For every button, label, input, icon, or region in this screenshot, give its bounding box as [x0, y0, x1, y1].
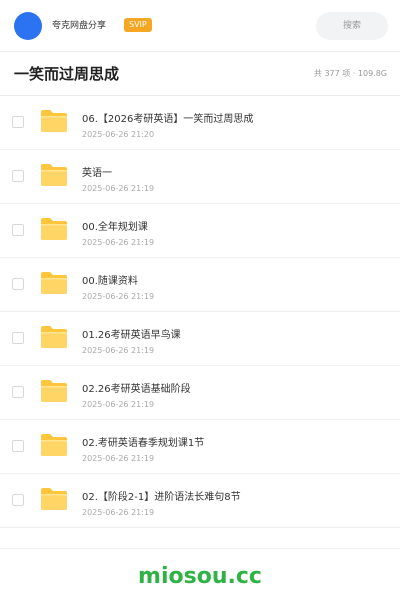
checkbox[interactable] [12, 440, 24, 452]
file-date: 2025-06-26 21:19 [82, 400, 155, 409]
file-name: 02.考研英语春季规划课1节 [82, 438, 205, 449]
checkbox[interactable] [12, 332, 24, 344]
checkbox[interactable] [12, 116, 24, 128]
folder-icon [41, 434, 67, 456]
list-item[interactable]: 02.【阶段2-1】进阶语法长难句8节 2025-06-26 21:19 [0, 474, 400, 528]
file-date: 2025-06-26 21:19 [82, 238, 155, 247]
title-bar: 一笑而过周思成 共 377 项 · 109.8G [0, 52, 400, 96]
header: 夸克网盘分享 SVIP 搜索 [0, 0, 400, 52]
checkbox[interactable] [12, 170, 24, 182]
file-name: 02.26考研英语基础阶段 [82, 384, 191, 395]
folder-icon [41, 272, 67, 294]
app-window: 夸克网盘分享 SVIP 搜索 一笑而过周思成 共 377 项 · 109.8G … [0, 0, 400, 600]
list-item[interactable]: 02.考研英语春季规划课1节 2025-06-26 21:19 [0, 420, 400, 474]
file-name: 01.26考研英语早鸟课 [82, 330, 181, 341]
file-date: 2025-06-26 21:19 [82, 508, 155, 517]
file-name: 02.【阶段2-1】进阶语法长难句8节 [82, 492, 241, 503]
footer: miosou.cc [0, 548, 400, 600]
folder-icon [41, 488, 67, 510]
search-input[interactable]: 搜索 [316, 12, 388, 40]
folder-icon [41, 110, 67, 132]
file-date: 2025-06-26 21:20 [82, 130, 155, 139]
watermark: miosou.cc [138, 564, 262, 589]
avatar[interactable] [14, 12, 42, 40]
file-date: 2025-06-26 21:19 [82, 292, 155, 301]
list-item[interactable]: 00.随课资料 2025-06-26 21:19 [0, 258, 400, 312]
file-name: 英语一 [82, 168, 112, 179]
checkbox[interactable] [12, 386, 24, 398]
file-date: 2025-06-26 21:19 [82, 454, 155, 463]
file-name: 06.【2026考研英语】一笑而过周思成 [82, 114, 254, 125]
file-list: 06.【2026考研英语】一笑而过周思成 2025-06-26 21:20 英语… [0, 96, 400, 528]
folder-summary: 共 377 项 · 109.8G [313, 69, 387, 78]
list-item[interactable]: 06.【2026考研英语】一笑而过周思成 2025-06-26 21:20 [0, 96, 400, 150]
checkbox[interactable] [12, 224, 24, 236]
checkbox[interactable] [12, 494, 24, 506]
list-item[interactable]: 02.26考研英语基础阶段 2025-06-26 21:19 [0, 366, 400, 420]
svip-badge: SVIP [124, 18, 152, 32]
file-name: 00.随课资料 [82, 276, 138, 287]
checkbox[interactable] [12, 278, 24, 290]
page-title: 一笑而过周思成 [14, 65, 120, 83]
file-date: 2025-06-26 21:19 [82, 184, 155, 193]
folder-icon [41, 326, 67, 348]
username[interactable]: 夸克网盘分享 [52, 19, 106, 33]
folder-icon [41, 164, 67, 186]
list-item[interactable]: 00.全年规划课 2025-06-26 21:19 [0, 204, 400, 258]
file-name: 00.全年规划课 [82, 222, 148, 233]
list-item[interactable]: 英语一 2025-06-26 21:19 [0, 150, 400, 204]
folder-icon [41, 380, 67, 402]
file-date: 2025-06-26 21:19 [82, 346, 155, 355]
folder-icon [41, 218, 67, 240]
list-item[interactable]: 01.26考研英语早鸟课 2025-06-26 21:19 [0, 312, 400, 366]
